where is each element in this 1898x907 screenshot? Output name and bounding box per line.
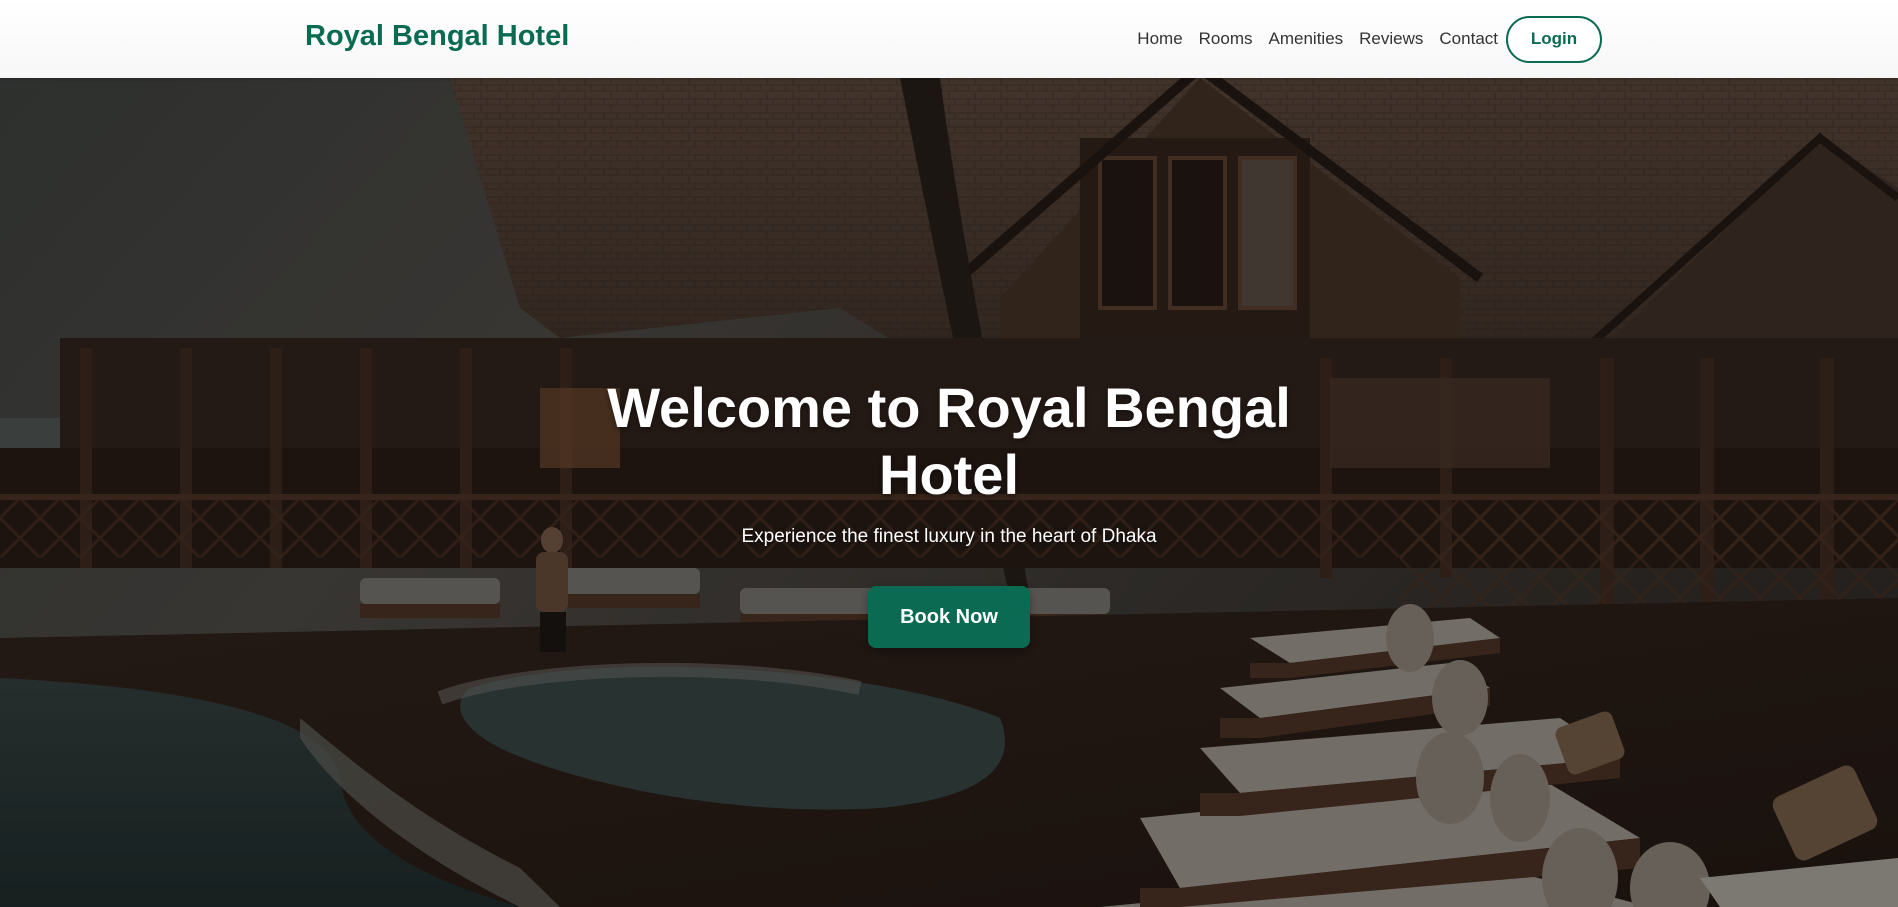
hero-title: Welcome to Royal Bengal Hotel [607,376,1291,506]
book-now-button[interactable]: Book Now [868,586,1030,648]
nav-link-contact[interactable]: Contact [1439,29,1498,49]
nav-link-reviews[interactable]: Reviews [1359,29,1423,49]
login-button[interactable]: Login [1506,15,1602,63]
brand-logo[interactable]: Royal Bengal Hotel [305,20,569,53]
main-nav: Home Rooms Amenities Reviews Contact Log… [1137,15,1602,63]
nav-link-rooms[interactable]: Rooms [1199,29,1253,49]
nav-link-amenities[interactable]: Amenities [1269,29,1344,49]
hero-section: Welcome to Royal Bengal Hotel Experience… [0,78,1898,907]
nav-link-home[interactable]: Home [1137,29,1182,49]
hero-subtitle: Experience the finest luxury in the hear… [741,526,1157,547]
hero-content: Welcome to Royal Bengal Hotel Experience… [0,374,1898,648]
top-navbar: Royal Bengal Hotel Home Rooms Amenities … [0,0,1898,78]
